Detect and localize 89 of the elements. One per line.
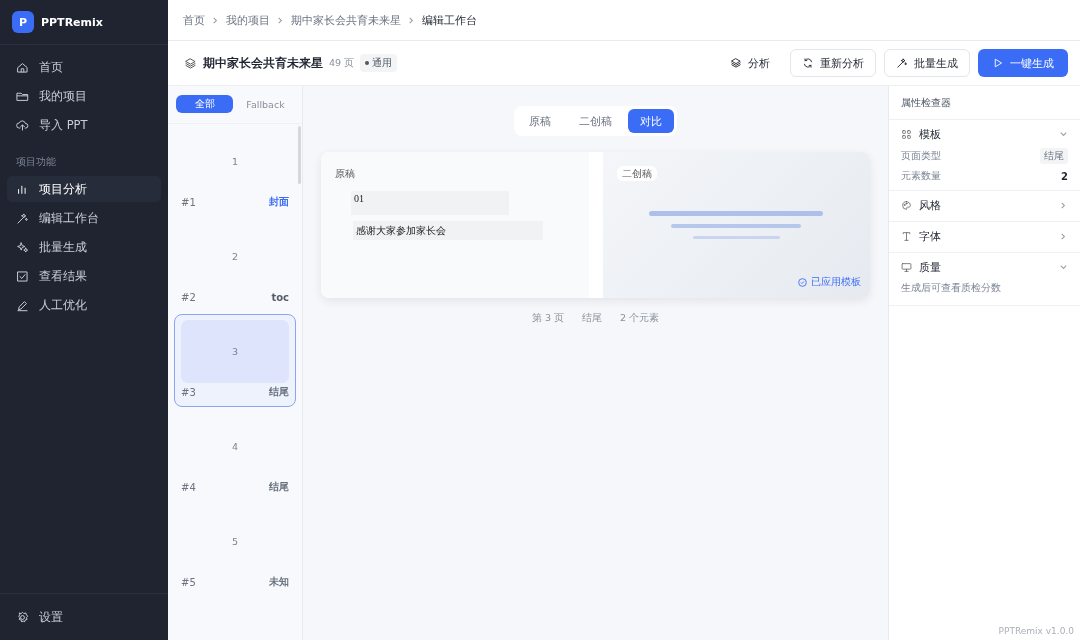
toolbar-button[interactable]: 重新分析 — [790, 49, 876, 77]
chevron-right-icon — [1059, 231, 1068, 241]
view-tab[interactable]: 原稿 — [517, 109, 563, 133]
chevron-right-icon — [276, 15, 285, 25]
app-name: PPTRemix — [41, 15, 103, 29]
property-label: 元素数量 — [901, 169, 941, 183]
category-badge: 通用 — [360, 54, 398, 72]
section-header[interactable]: 字体 — [889, 224, 1080, 248]
section-note: 生成后可查看质检分数 — [900, 281, 1002, 295]
slide-type-tag: toc — [271, 291, 289, 303]
breadcrumb-link[interactable]: 我的项目 — [226, 12, 270, 28]
slide-item[interactable]: 2 #2 toc — [174, 219, 296, 312]
toolbar-button[interactable]: 批量生成 — [884, 49, 970, 77]
slide-meta: 结尾 — [582, 312, 602, 325]
section-label: 项目功能 — [15, 155, 57, 169]
panel-label: 原稿 — [335, 168, 355, 179]
property-value: 2 — [1061, 170, 1068, 182]
refresh-icon — [802, 57, 814, 69]
breadcrumb-link[interactable]: 首页 — [183, 12, 205, 28]
nav-item[interactable]: 导入 PPT — [7, 112, 161, 138]
slide-meta: 2 个元素 — [620, 312, 660, 325]
slide-type-tag: 结尾 — [269, 480, 289, 494]
chevron-right-icon — [211, 15, 220, 25]
toolbar-button[interactable]: 分析 — [718, 49, 782, 77]
slide-number: 5 — [231, 536, 238, 547]
breadcrumb-link[interactable]: 编辑工作台 — [422, 12, 477, 28]
property-tag: 结尾 — [1040, 148, 1068, 164]
slide-text-element: 感谢大家参加家长会 — [353, 221, 543, 240]
sparkle-icon — [16, 240, 29, 254]
section-header[interactable]: 风格 — [889, 193, 1080, 217]
slide-index: #1 — [181, 196, 196, 208]
view-tab[interactable]: 对比 — [628, 109, 674, 133]
section-header[interactable]: 模板 — [889, 122, 1080, 146]
cloud-upload-icon — [16, 118, 29, 132]
section-header[interactable]: 质量 — [889, 255, 1080, 279]
magic-wand-icon — [896, 57, 908, 69]
monitor-icon — [901, 261, 912, 273]
chevron-right-icon — [1059, 200, 1068, 210]
settings-icon — [16, 610, 29, 624]
settings-button[interactable]: 设置 — [7, 604, 72, 630]
slide-item[interactable]: 5 #5 未知 — [174, 504, 296, 597]
nav-item[interactable]: 查看结果 — [7, 263, 161, 289]
chevron-right-icon — [407, 15, 416, 25]
chevron-down-icon — [1059, 129, 1068, 139]
palette-icon — [901, 199, 912, 211]
version-label: PPTRemix v1.0.0 — [997, 626, 1075, 638]
project-title: 期中家长会共育未来星 — [203, 55, 323, 71]
property-label: 页面类型 — [901, 149, 941, 163]
page-count: 49 页 — [329, 56, 355, 70]
slide-item[interactable]: 4 #4 结尾 — [174, 409, 296, 502]
magic-wand-icon — [16, 211, 29, 225]
slide-index: #2 — [181, 291, 196, 303]
slide-number: 2 — [231, 251, 238, 262]
toolbar-button[interactable]: 一键生成 — [978, 49, 1068, 77]
slide-number: 1 — [231, 156, 238, 167]
slide-number: 4 — [231, 441, 238, 452]
grid-icon — [901, 128, 912, 140]
checkbox-icon — [16, 269, 29, 283]
nav-item[interactable]: 项目分析 — [7, 176, 161, 202]
slide-type-tag: 封面 — [269, 195, 289, 209]
home-icon — [16, 60, 29, 74]
slide-index: #4 — [181, 481, 196, 493]
play-icon — [992, 57, 1004, 69]
nav-item[interactable]: 编辑工作台 — [7, 205, 161, 231]
pen-icon — [16, 298, 29, 312]
slide-index: #5 — [181, 576, 196, 588]
layers-icon — [184, 56, 197, 70]
view-tab[interactable]: 二创稿 — [567, 109, 624, 133]
nav-item[interactable]: 批量生成 — [7, 234, 161, 260]
nav-item[interactable]: 人工优化 — [7, 292, 161, 318]
template-applied-badge: 已应用模板 — [797, 275, 861, 289]
slide-type-tag: 结尾 — [269, 385, 289, 399]
filter-tab[interactable]: 全部 — [176, 95, 233, 113]
slide-item[interactable]: 1 #1 封面 — [174, 124, 296, 217]
chevron-down-icon — [1059, 262, 1068, 272]
slide-item[interactable]: 3 #3 结尾 — [174, 314, 296, 407]
layers-icon — [730, 57, 742, 69]
text-icon — [901, 230, 912, 242]
slide-type-tag: 未知 — [269, 575, 289, 589]
panel-label: 二创稿 — [616, 166, 657, 181]
breadcrumb-link[interactable]: 期中家长会共育未来星 — [291, 12, 401, 28]
panel-title: 属性检查器 — [889, 86, 1080, 120]
slide-number: 3 — [231, 346, 238, 357]
slide-index: #3 — [181, 386, 196, 398]
logo-icon: P — [12, 11, 34, 33]
nav-item[interactable]: 我的项目 — [7, 83, 161, 109]
slide-meta: 第 3 页 — [531, 312, 564, 325]
nav-item[interactable]: 首页 — [7, 54, 161, 80]
slide-text-element: 01 — [351, 191, 509, 215]
